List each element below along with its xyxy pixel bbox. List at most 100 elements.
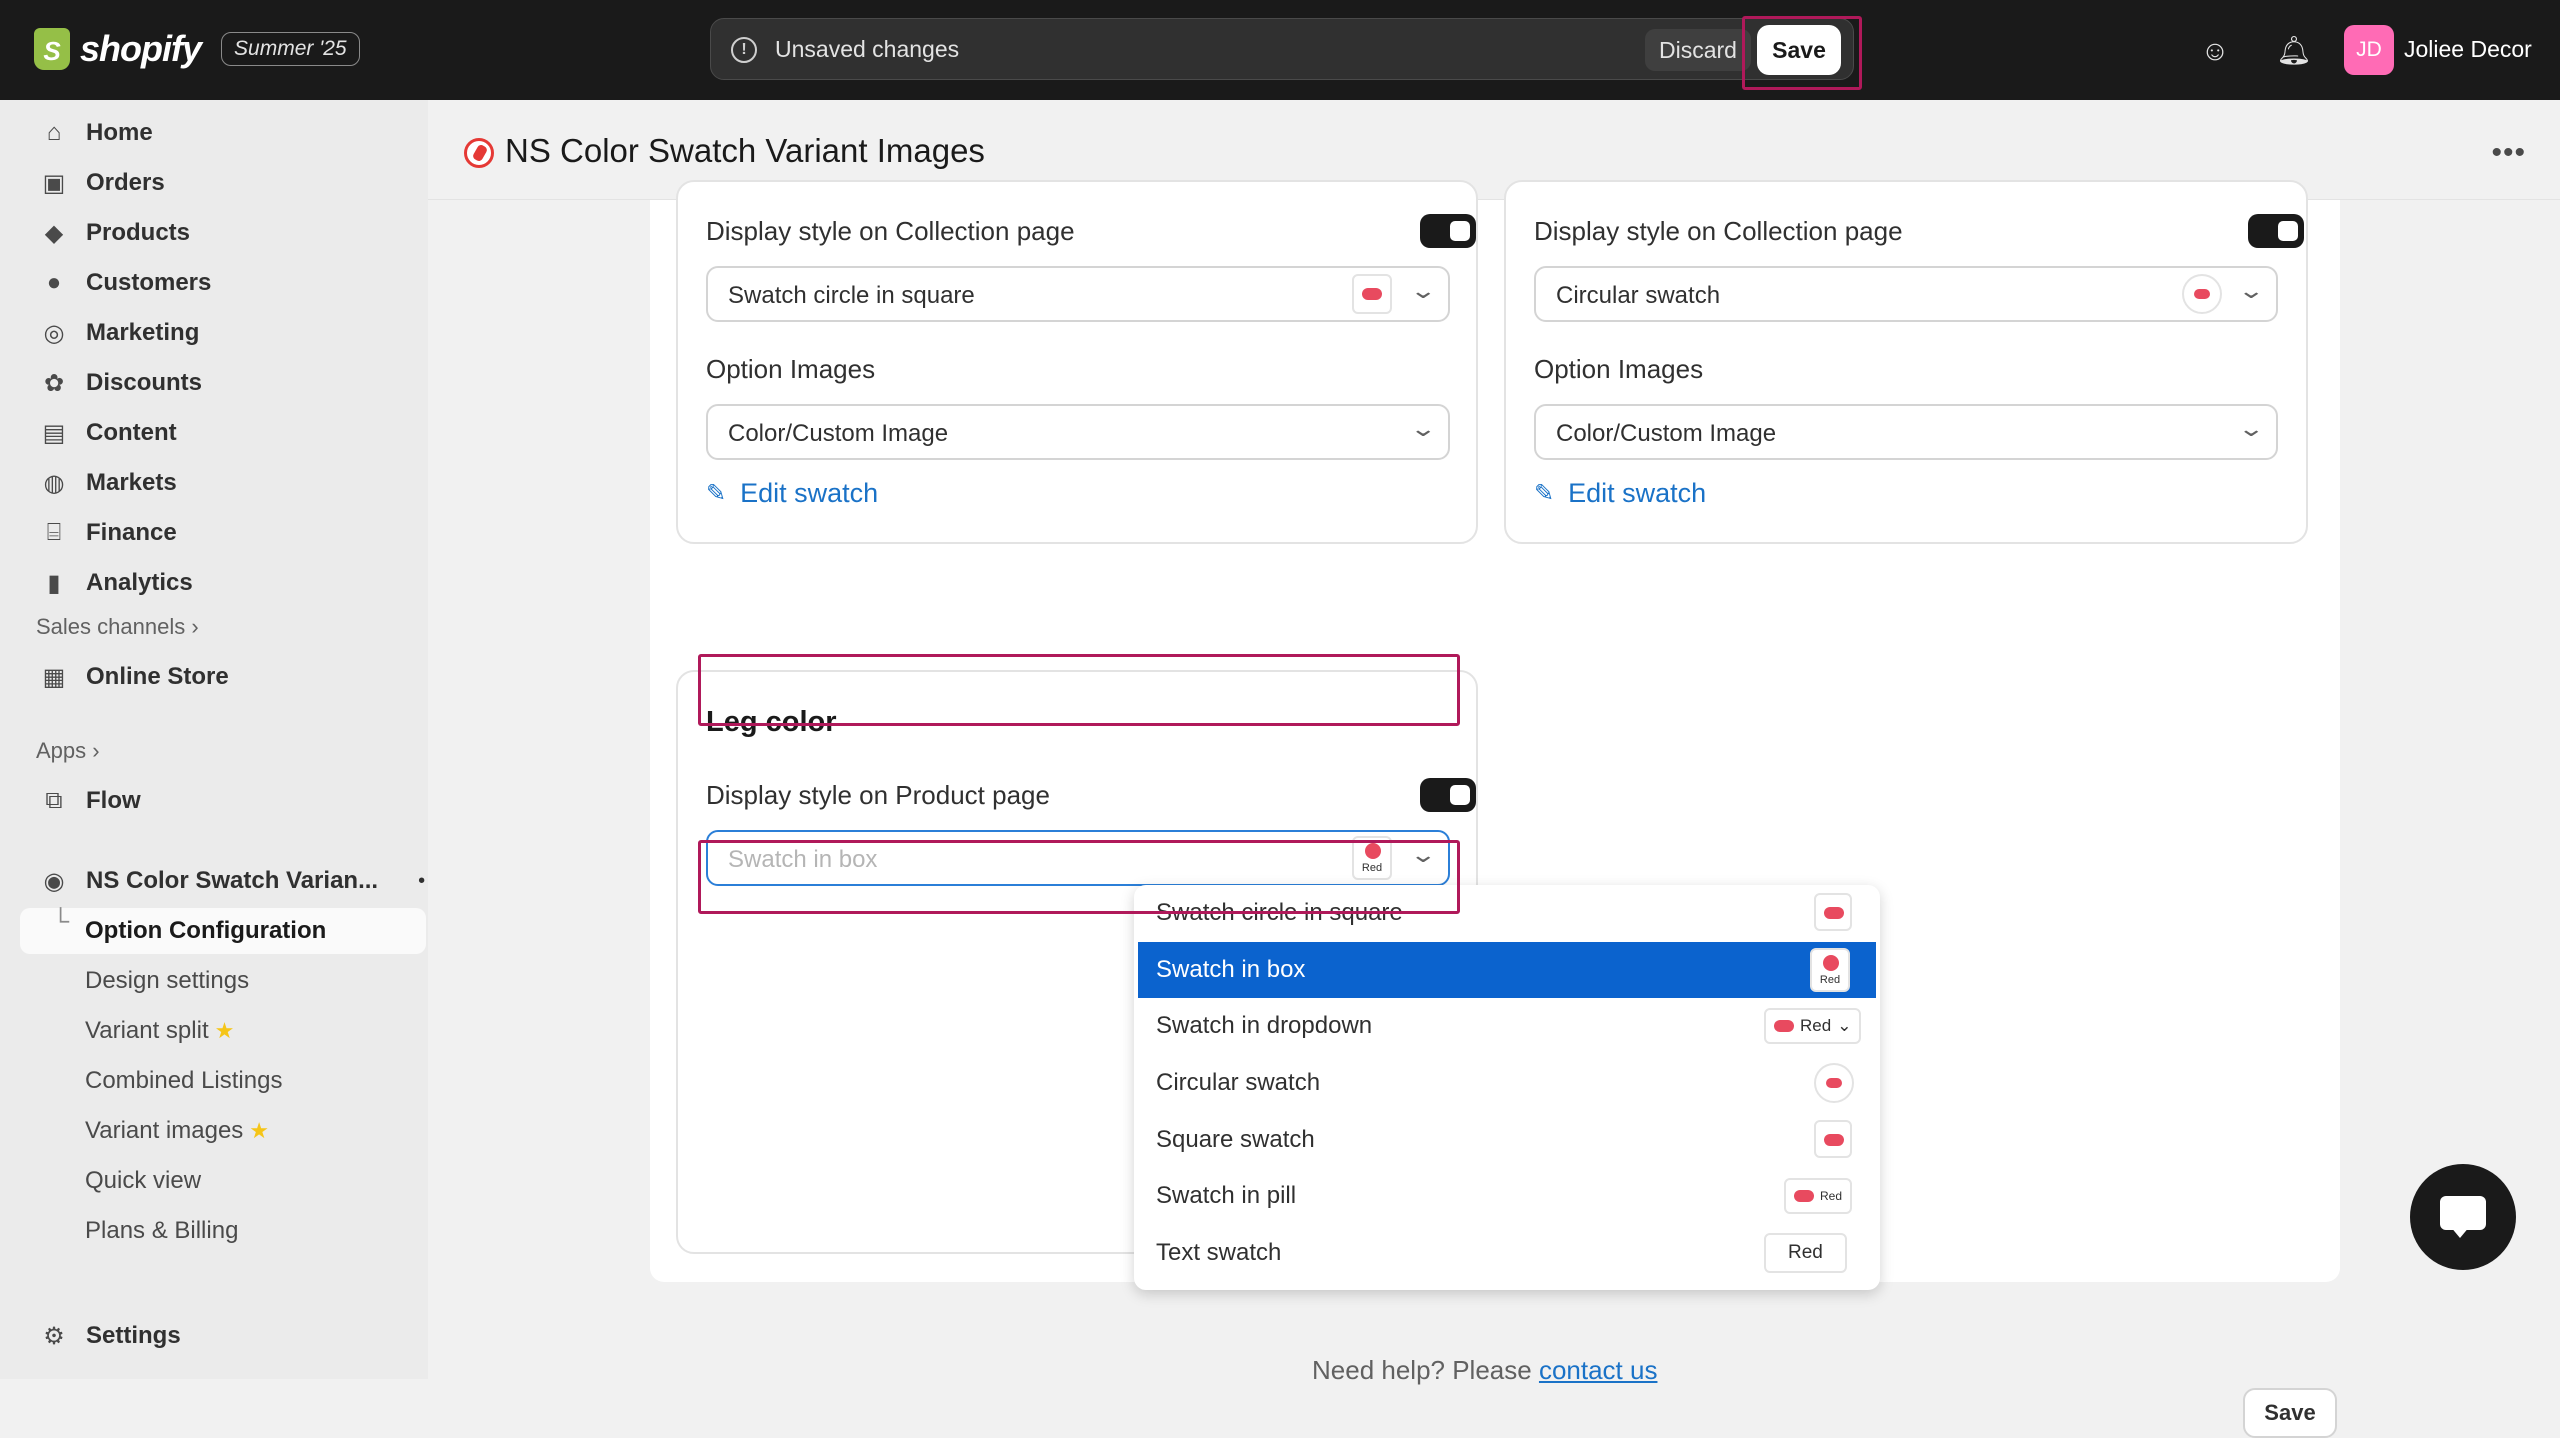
sidebar-item-design-settings[interactable]: Design settings [0, 958, 428, 1004]
collection-style-select[interactable]: Circular swatch ⌄ [1534, 266, 2278, 322]
option-images-label: Option Images [706, 354, 876, 384]
collection-style-select[interactable]: Swatch circle in square ⌄ [706, 266, 1450, 322]
sidebar: ⌂ Home ▣ Orders ◆ Products ● Customers ◎ Mark… [0, 100, 428, 1379]
option-images-select[interactable]: Color/Custom Image ⌄ [706, 404, 1450, 460]
swatch-circle-in-square-icon [1814, 893, 1852, 931]
sidebar-item-combined-listings[interactable]: Combined Listings [0, 1058, 428, 1104]
star-icon: ★ [249, 1118, 270, 1143]
sidebar-item-settings[interactable]: ⚙ Settings [0, 1313, 428, 1359]
apps-heading[interactable]: Apps › [36, 738, 100, 764]
sidebar-item-app[interactable]: ◉ NS Color Swatch Varian... • [0, 858, 428, 904]
sidebar-item-label: Customers [86, 269, 212, 296]
sidebar-item-option-configuration[interactable]: └ Option Configuration [20, 908, 426, 954]
sidebar-item-analytics[interactable]: ▮ Analytics [0, 560, 428, 606]
sidebar-item-label: Finance [86, 519, 177, 546]
edit-swatch-label: Edit swatch [740, 478, 879, 508]
shopify-logo[interactable]: S shopify Summer '25 [34, 28, 360, 70]
edit-swatch-link[interactable]: ✎ Edit swatch [1534, 478, 1706, 509]
home-icon: ⌂ [46, 119, 62, 146]
option-label: Text swatch [1156, 1239, 1282, 1266]
collection-style-label: Display style on Collection page [1534, 216, 1903, 246]
dropdown-option[interactable]: Square swatch [1134, 1112, 1880, 1168]
sidebar-item-orders[interactable]: ▣ Orders [0, 160, 428, 206]
select-value: Swatch in box [728, 846, 878, 873]
product-style-toggle[interactable] [1420, 778, 1476, 812]
swatch-in-box-icon: Red [1810, 948, 1850, 992]
sidebar-item-variant-images[interactable]: Variant images ★ [0, 1108, 428, 1154]
sidebar-item-label: Orders [86, 169, 165, 196]
sidekick-icon[interactable]: ☺ [2198, 34, 2232, 68]
page-title: NS Color Swatch Variant Images [505, 132, 985, 169]
dropdown-option[interactable]: Swatch in pill Red [1134, 1168, 1880, 1224]
sidebar-item-plans-billing[interactable]: Plans & Billing [0, 1208, 428, 1254]
select-value: Circular swatch [1556, 282, 1721, 309]
sidebar-item-label: Quick view [85, 1167, 202, 1194]
sidebar-item-content[interactable]: ▤ Content [0, 410, 428, 456]
more-actions-icon[interactable]: ••• [2491, 136, 2526, 170]
dropdown-option[interactable]: Text swatch Red [1134, 1225, 1880, 1281]
sidebar-item-quick-view[interactable]: Quick view [0, 1158, 428, 1204]
dropdown-option[interactable]: Swatch in dropdown Red ⌄ [1134, 998, 1880, 1054]
chevron-down-icon: ⌄ [1408, 278, 1437, 303]
collection-style-toggle[interactable] [2248, 214, 2304, 248]
product-style-select[interactable]: Swatch in box Red ⌄ [706, 830, 1450, 886]
card-title: Leg color [706, 706, 837, 738]
save-button[interactable]: Save [1757, 25, 1841, 75]
sidebar-item-label: Combined Listings [85, 1067, 283, 1094]
select-value: Color/Custom Image [728, 420, 949, 447]
option-card-left: Display style on Collection page Swatch … [676, 180, 1478, 544]
sidebar-item-markets[interactable]: ◍ Markets [0, 460, 428, 506]
tag-icon: ◆ [44, 219, 64, 247]
sales-channels-heading[interactable]: Sales channels › [36, 614, 199, 640]
option-images-select[interactable]: Color/Custom Image ⌄ [1534, 404, 2278, 460]
dropdown-option[interactable]: Circular swatch [1134, 1055, 1880, 1111]
swatch-preview-icon: Red [1352, 836, 1392, 880]
sidebar-item-online-store[interactable]: ▦ Online Store [0, 654, 428, 700]
sidebar-item-variant-split[interactable]: Variant split ★ [0, 1008, 428, 1054]
discard-button[interactable]: Discard [1645, 29, 1751, 71]
chevron-down-icon: ⌄ [2236, 416, 2265, 441]
option-label: Swatch in box [1156, 956, 1306, 983]
swatch-in-pill-icon: Red [1784, 1178, 1853, 1214]
bar-chart-icon: ▮ [47, 569, 61, 597]
chat-icon[interactable] [2410, 1164, 2516, 1270]
pin-dot-icon: • [418, 869, 426, 892]
sidebar-item-flow[interactable]: ⧉ Flow [0, 778, 428, 824]
dropdown-option-selected[interactable]: Swatch in box Red [1138, 942, 1876, 998]
person-icon: ● [46, 269, 62, 296]
flow-icon: ⧉ [45, 787, 63, 814]
sidebar-item-products[interactable]: ◆ Products [0, 210, 428, 256]
sidebar-item-label: Markets [86, 469, 177, 496]
collection-style-label: Display style on Collection page [706, 216, 1075, 246]
sidebar-item-label: Products [86, 219, 191, 246]
dropdown-option[interactable]: Swatch circle in square [1134, 885, 1880, 941]
store-name[interactable]: Joliee Decor [2404, 36, 2532, 63]
edit-swatch-link[interactable]: ✎ Edit swatch [706, 478, 878, 509]
sidebar-item-label: NS Color Swatch Varian... [86, 867, 379, 894]
sidebar-item-finance[interactable]: ⌸ Finance [0, 510, 428, 556]
bottom-save-button[interactable]: Save [2243, 1388, 2337, 1438]
bell-icon[interactable]: 🔔︎ [2276, 34, 2312, 68]
contact-us-link[interactable]: contact us [1539, 1355, 1658, 1385]
avatar[interactable]: JD [2344, 25, 2394, 75]
sidebar-item-discounts[interactable]: ✿ Discounts [0, 360, 428, 406]
text-swatch-icon: Red [1764, 1233, 1847, 1273]
sidebar-item-label: Variant split [85, 1017, 209, 1044]
tree-branch-icon: └ [52, 908, 70, 935]
unsaved-message: Unsaved changes [775, 36, 960, 62]
sidebar-item-customers[interactable]: ● Customers [0, 260, 428, 306]
sidebar-item-label: Content [86, 419, 177, 446]
app-icon: ◉ [43, 867, 65, 895]
bank-icon: ⌸ [46, 519, 62, 546]
sidebar-item-label: Design settings [85, 967, 250, 994]
content-icon: ▤ [42, 419, 66, 447]
collection-style-toggle[interactable] [1420, 214, 1476, 248]
shopify-bag-icon: S [34, 28, 70, 70]
target-icon: ◎ [43, 319, 65, 347]
alert-icon: ! [731, 37, 757, 63]
sidebar-item-label: Variant images [85, 1117, 244, 1144]
option-label: Circular swatch [1156, 1069, 1321, 1096]
style-dropdown-list: Swatch circle in square Swatch in box Re… [1134, 885, 1880, 1290]
sidebar-item-marketing[interactable]: ◎ Marketing [0, 310, 428, 356]
sidebar-item-home[interactable]: ⌂ Home [0, 110, 428, 156]
